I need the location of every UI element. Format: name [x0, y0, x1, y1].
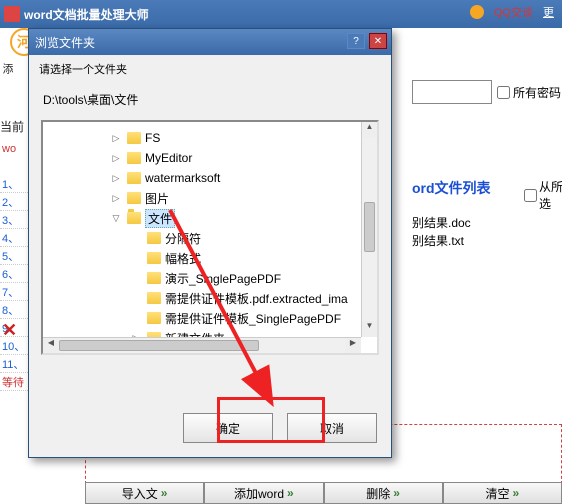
tree-item-label: FS	[145, 131, 160, 145]
expander-icon[interactable]: ▽	[109, 211, 123, 225]
from-sel-check[interactable]	[524, 189, 537, 202]
browse-folder-dialog: 浏览文件夹 ? ✕ 请选择一个文件夹 D:\tools\桌面\文件 ▷ FS ▷ My…	[28, 28, 392, 458]
tree-item[interactable]: ▷ 图片	[49, 188, 371, 208]
tree-item-label: watermarksoft	[145, 171, 220, 185]
tree-item-label: 幅格式	[165, 250, 201, 267]
folder-icon	[127, 172, 141, 184]
tree-item[interactable]: ▷ FS	[49, 128, 371, 148]
ok-button[interactable]: 确定	[183, 413, 273, 443]
tree-item[interactable]: 幅格式	[49, 248, 371, 268]
scroll-up-icon[interactable]: ▲	[362, 122, 377, 138]
tree-item-label: 分隔符	[165, 230, 201, 247]
cancel-button[interactable]: 取消	[287, 413, 377, 443]
folder-icon	[147, 272, 161, 284]
delete-button[interactable]: 删除»	[324, 482, 443, 504]
app-titlebar: word文档批量处理大师 QQ交谈 更	[0, 0, 562, 28]
tree-item-label: 需提供证件模板_SinglePagePDF	[165, 310, 341, 327]
bg-add-label: 添	[3, 61, 14, 76]
expander-icon[interactable]	[129, 271, 143, 285]
dialog-subtitle: 请选择一个文件夹	[29, 55, 391, 83]
tree-item[interactable]: 演示_SinglePagePDF	[49, 268, 371, 288]
from-selection-checkbox[interactable]: 从所选	[524, 178, 562, 212]
all-password-checkbox[interactable]: 所有密码	[497, 84, 561, 101]
expander-icon[interactable]	[129, 291, 143, 305]
expander-icon[interactable]: ▷	[109, 171, 123, 185]
folder-icon	[147, 252, 161, 264]
tree-item-label: 图片	[145, 190, 169, 207]
clear-button[interactable]: 清空»	[443, 482, 562, 504]
tree-item-label: 文件	[145, 209, 175, 228]
folder-tree[interactable]: ▷ FS ▷ MyEditor ▷ watermarksoft ▷ 图片 ▽ 文件分隔符幅格式演示…	[41, 120, 379, 355]
qq-icon[interactable]	[470, 5, 484, 19]
tree-item-label: MyEditor	[145, 151, 192, 165]
tree-item[interactable]: ▷ watermarksoft	[49, 168, 371, 188]
add-word-button[interactable]: 添加word»	[204, 482, 323, 504]
tree-item-label: 需提供证件模板.pdf.extracted_ima	[165, 290, 348, 307]
dialog-titlebar[interactable]: 浏览文件夹 ? ✕	[29, 29, 391, 55]
expander-icon[interactable]: ▷	[109, 151, 123, 165]
more-link[interactable]: 更	[543, 4, 554, 20]
scroll-thumb-vertical[interactable]	[364, 202, 375, 252]
wait-label: 等待	[2, 374, 24, 390]
import-button[interactable]: 导入文»	[85, 482, 204, 504]
dialog-current-path: D:\tools\桌面\文件	[29, 83, 391, 116]
expander-icon[interactable]	[129, 311, 143, 325]
from-sel-label: 从所选	[539, 178, 562, 212]
tree-item[interactable]: ▽ 文件	[49, 208, 371, 228]
left-number-strip: wo	[0, 140, 30, 158]
qq-label[interactable]: QQ交谈	[494, 4, 533, 20]
tree-item[interactable]: 需提供证件模板_SinglePagePDF	[49, 308, 371, 328]
path-input[interactable]	[412, 80, 492, 104]
app-icon	[4, 6, 20, 22]
scroll-left-icon[interactable]: ◀	[43, 338, 59, 353]
scroll-thumb-horizontal[interactable]	[59, 340, 259, 351]
scroll-down-icon[interactable]: ▼	[362, 321, 377, 337]
expander-icon[interactable]	[129, 231, 143, 245]
folder-icon	[147, 292, 161, 304]
file-item[interactable]: 别结果.txt	[412, 232, 471, 250]
expander-icon[interactable]: ▷	[109, 131, 123, 145]
tree-item[interactable]: 需提供证件模板.pdf.extracted_ima	[49, 288, 371, 308]
folder-icon	[147, 232, 161, 244]
bg-current-label: 当前	[0, 118, 24, 135]
scrollbar-vertical[interactable]: ▲ ▼	[361, 122, 377, 337]
file-item[interactable]: 别结果.doc	[412, 214, 471, 232]
folder-icon	[127, 152, 141, 164]
all-pwd-check[interactable]	[497, 86, 510, 99]
scroll-right-icon[interactable]: ▶	[345, 338, 361, 353]
dialog-title: 浏览文件夹	[35, 34, 95, 51]
folder-icon	[147, 312, 161, 324]
folder-icon	[127, 212, 141, 224]
folder-icon	[127, 132, 141, 144]
delete-x-icon[interactable]: ✕	[2, 320, 17, 341]
all-pwd-label: 所有密码	[513, 84, 561, 101]
app-title: word文档批量处理大师	[24, 6, 149, 23]
expander-icon[interactable]: ▷	[109, 191, 123, 205]
tree-item[interactable]: ▷ MyEditor	[49, 148, 371, 168]
expander-icon[interactable]	[129, 251, 143, 265]
tree-item[interactable]: 分隔符	[49, 228, 371, 248]
tree-item-label: 演示_SinglePagePDF	[165, 270, 281, 287]
close-icon[interactable]: ✕	[369, 33, 387, 49]
bottom-toolbar: 导入文» 添加word» 删除» 清空»	[85, 482, 562, 504]
scrollbar-horizontal[interactable]: ◀ ▶	[43, 337, 361, 353]
help-icon[interactable]: ?	[347, 33, 365, 49]
word-list-header: ord文件列表	[412, 180, 491, 196]
folder-icon	[127, 192, 141, 204]
right-panel: 所有密码 ord文件列表 从所选 别结果.doc 别结果.txt	[412, 80, 562, 104]
wo-label: wo	[2, 143, 16, 155]
